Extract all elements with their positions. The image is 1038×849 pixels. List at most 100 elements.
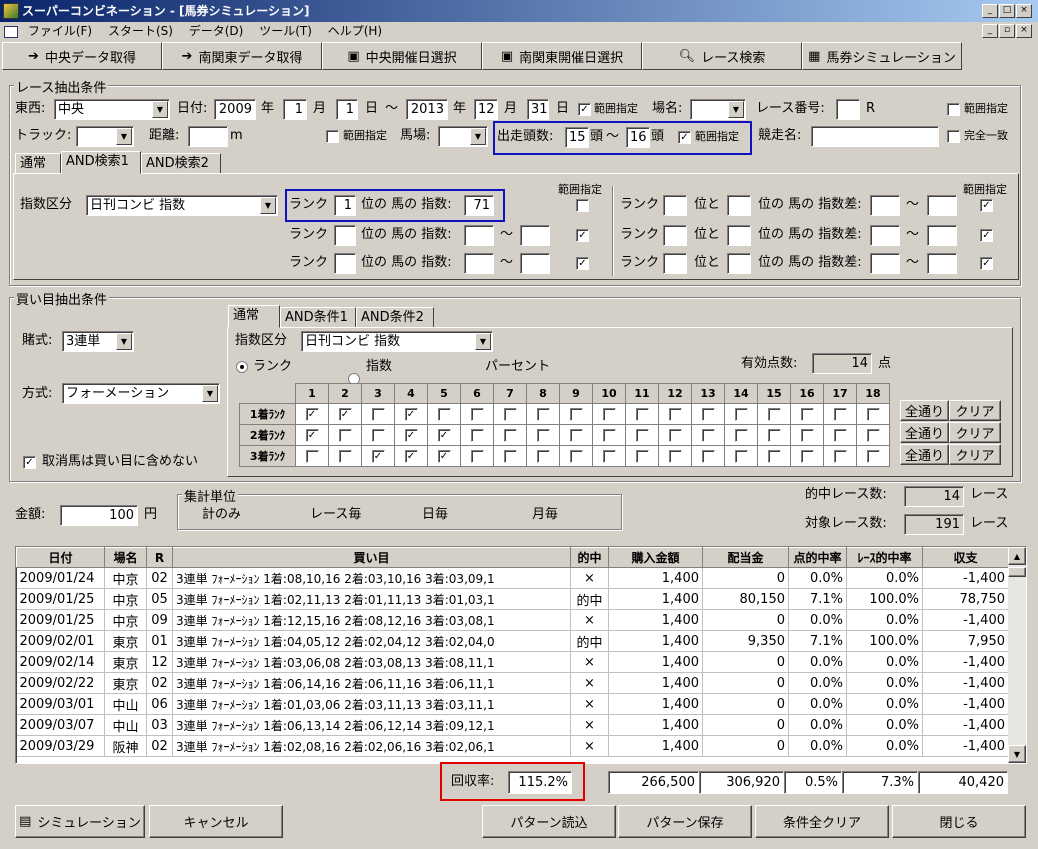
rank-checkbox[interactable]: [866, 407, 880, 421]
rank-checkbox[interactable]: [338, 449, 352, 463]
exclude-scratched-checkbox[interactable]: ✓: [23, 456, 36, 469]
rank-checkbox[interactable]: [470, 428, 484, 442]
diff3-range-checkbox[interactable]: ✓: [980, 257, 993, 270]
runners-range-checkbox[interactable]: ✓: [678, 131, 691, 144]
menu-start[interactable]: スタート(S): [102, 22, 179, 41]
runners-from-input[interactable]: 15: [565, 127, 589, 148]
rank-checkbox[interactable]: ✓: [338, 407, 352, 421]
column-header[interactable]: 的中: [570, 547, 609, 568]
nankan-date-select-button[interactable]: ▣ 南関東開催日選択: [482, 42, 642, 70]
column-header[interactable]: R: [146, 547, 173, 568]
to-day-input[interactable]: 31: [527, 99, 549, 120]
rank-checkbox[interactable]: [734, 449, 748, 463]
diff1-from-input[interactable]: [870, 195, 900, 216]
rank2-input[interactable]: [334, 225, 356, 246]
rank-checkbox[interactable]: ✓: [305, 428, 319, 442]
rank-checkbox[interactable]: [668, 449, 682, 463]
nankan-data-button[interactable]: ➔ 南関東データ取得: [162, 42, 322, 70]
rank2-range-checkbox[interactable]: ✓: [576, 229, 589, 242]
central-date-select-button[interactable]: ▣ 中央開催日選択: [322, 42, 482, 70]
rank-checkbox[interactable]: ✓: [371, 449, 385, 463]
cancel-button[interactable]: キャンセル: [149, 805, 283, 838]
table-row[interactable]: 2009/02/22 東京 02 3連単 ﾌｫｰﾒｰｼｮﾝ 1着:06,14,16 2…: [16, 672, 1009, 694]
rank-checkbox[interactable]: [503, 428, 517, 442]
rank-checkbox[interactable]: [833, 407, 847, 421]
date-range-checkbox[interactable]: ✓: [578, 103, 591, 116]
table-row[interactable]: 2009/01/25 中京 05 3連単 ﾌｫｰﾒｰｼｮﾝ 1着:02,11,13 2…: [16, 588, 1009, 610]
close-window-button[interactable]: ×: [1016, 4, 1032, 18]
from-day-input[interactable]: 1: [336, 99, 358, 120]
race-index-type-select[interactable]: 日刊コンビ 指数 ▼: [86, 195, 278, 216]
rank-checkbox[interactable]: ✓: [404, 407, 418, 421]
rank-checkbox[interactable]: [734, 428, 748, 442]
rank-checkbox[interactable]: [800, 407, 814, 421]
column-header[interactable]: 買い目: [172, 547, 571, 568]
rank-checkbox[interactable]: [767, 428, 781, 442]
column-header[interactable]: 点的中率: [788, 547, 847, 568]
diff2-to-input[interactable]: [927, 225, 957, 246]
minimize-button[interactable]: _: [982, 4, 998, 18]
rank1-range-checkbox[interactable]: [576, 199, 589, 212]
bet-type-select[interactable]: 3連単 ▼: [62, 331, 134, 352]
rank-checkbox[interactable]: ✓: [437, 428, 451, 442]
rank-checkbox[interactable]: [536, 449, 550, 463]
rank3-to-input[interactable]: [520, 253, 550, 274]
diff2-range-checkbox[interactable]: ✓: [980, 229, 993, 242]
radio-rank[interactable]: [236, 361, 248, 373]
clear-row3-button[interactable]: クリア: [949, 444, 1001, 465]
table-row[interactable]: 2009/01/25 中京 09 3連単 ﾌｫｰﾒｰｼｮﾝ 1着:12,15,16 2…: [16, 609, 1009, 631]
table-row[interactable]: 2009/02/01 東京 01 3連単 ﾌｫｰﾒｰｼｮﾝ 1着:04,05,12 2…: [16, 630, 1009, 652]
rank-checkbox[interactable]: [734, 407, 748, 421]
tab-and-search2[interactable]: AND検索2: [141, 153, 221, 174]
to-year-input[interactable]: 2013: [406, 99, 448, 120]
menu-tools[interactable]: ツール(T): [253, 22, 318, 41]
rank-checkbox[interactable]: [470, 407, 484, 421]
table-row[interactable]: 2009/03/01 中山 06 3連単 ﾌｫｰﾒｰｼｮﾝ 1着:01,03,06 2…: [16, 693, 1009, 715]
rank-checkbox[interactable]: [338, 428, 352, 442]
track-select[interactable]: ▼: [76, 126, 134, 147]
rank-checkbox[interactable]: [800, 449, 814, 463]
tab-and-cond2[interactable]: AND条件2: [356, 307, 434, 328]
race-search-button[interactable]: 🔍︎ レース検索: [642, 42, 802, 70]
save-pattern-button[interactable]: パターン保存: [618, 805, 752, 838]
bet-index-type-select[interactable]: 日刊コンビ 指数 ▼: [301, 331, 493, 352]
rank-checkbox[interactable]: [800, 428, 814, 442]
scroll-up-button[interactable]: ▲: [1008, 547, 1026, 565]
rank-checkbox[interactable]: [701, 407, 715, 421]
rank-checkbox[interactable]: [536, 428, 550, 442]
venue-select[interactable]: ▼: [690, 99, 746, 120]
rank-checkbox[interactable]: [536, 407, 550, 421]
all-row1-button[interactable]: 全通り: [900, 400, 949, 421]
rank-checkbox[interactable]: [569, 449, 583, 463]
rank-checkbox[interactable]: [701, 449, 715, 463]
column-header[interactable]: 場名: [104, 547, 147, 568]
from-month-input[interactable]: 1: [283, 99, 307, 120]
rank-checkbox[interactable]: [866, 449, 880, 463]
baba-select[interactable]: ▼: [438, 126, 488, 147]
rank-checkbox[interactable]: [833, 449, 847, 463]
clear-row2-button[interactable]: クリア: [949, 422, 1001, 443]
menu-help[interactable]: ヘルプ(H): [322, 22, 388, 41]
rank-checkbox[interactable]: [305, 449, 319, 463]
tab-and-cond1[interactable]: AND条件1: [280, 307, 356, 328]
column-header[interactable]: 購入金額: [608, 547, 703, 568]
rank-checkbox[interactable]: [635, 449, 649, 463]
diff3-rank-b-input[interactable]: [727, 253, 751, 274]
rank3-from-input[interactable]: [464, 253, 494, 274]
rank-checkbox[interactable]: [470, 449, 484, 463]
child-minimize-button[interactable]: _: [982, 24, 998, 38]
rank3-range-checkbox[interactable]: ✓: [576, 257, 589, 270]
rank-checkbox[interactable]: [371, 407, 385, 421]
rank1-input[interactable]: 1: [334, 195, 356, 216]
rank-checkbox[interactable]: [602, 428, 616, 442]
all-row2-button[interactable]: 全通り: [900, 422, 949, 443]
menu-data[interactable]: データ(D): [183, 22, 250, 41]
table-row[interactable]: 2009/01/24 中京 02 3連単 ﾌｫｰﾒｰｼｮﾝ 1着:08,10,16 2…: [16, 567, 1009, 589]
diff2-rank-a-input[interactable]: [663, 225, 687, 246]
rank-checkbox[interactable]: ✓: [305, 407, 319, 421]
rank1-value-input[interactable]: 71: [464, 195, 494, 216]
amount-input[interactable]: 100: [60, 505, 138, 526]
menu-file[interactable]: ファイル(F): [22, 22, 98, 41]
rank-checkbox[interactable]: [866, 428, 880, 442]
rank-checkbox[interactable]: ✓: [404, 449, 418, 463]
